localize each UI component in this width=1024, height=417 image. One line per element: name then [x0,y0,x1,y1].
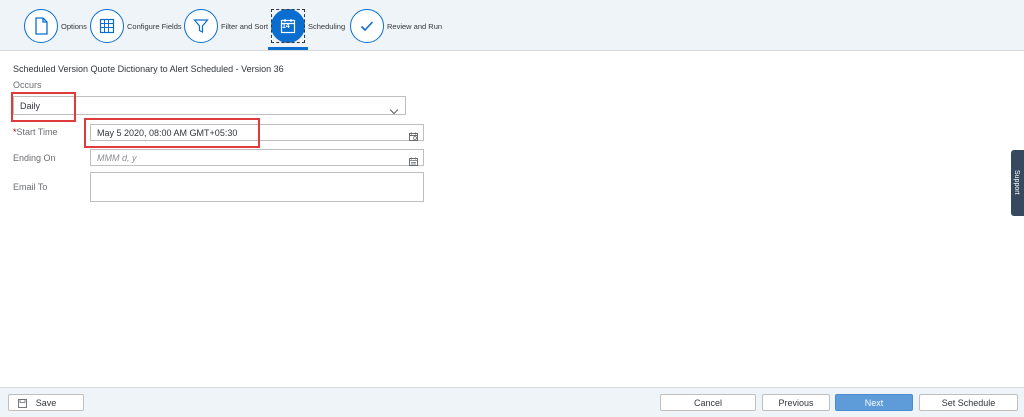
ending-on-input[interactable]: MMM d, y [90,149,424,166]
start-time-highlight-box [84,118,260,148]
save-button-label: Save [35,397,57,408]
page-title: Scheduled Version Quote Dictionary to Al… [13,64,284,74]
footer-toolbar: Save Cancel Previous Next Set Schedule [0,387,1024,417]
checkmark-icon [350,9,384,43]
set-schedule-button-label: Set Schedule [941,397,996,408]
wizard-step-label: Scheduling [308,21,346,31]
set-schedule-button[interactable]: Set Schedule [919,394,1018,411]
start-time-label-text: Start Time [16,127,58,137]
wizard-step-label: Options [61,21,87,31]
cancel-button[interactable]: Cancel [660,394,756,411]
occurs-label: Occurs [13,80,42,90]
wizard-step-label: Review and Run [387,21,443,31]
email-to-input[interactable] [90,172,424,202]
wizard-step-options[interactable]: Options [24,5,87,47]
next-button[interactable]: Next [835,394,913,411]
filter-icon [184,9,218,43]
wizard-step-configure-fields[interactable]: Configure Fields [90,5,182,47]
chevron-down-icon[interactable] [389,102,399,120]
ending-on-label: Ending On [13,153,56,163]
save-button[interactable]: Save [8,394,84,411]
previous-button[interactable]: Previous [762,394,830,411]
save-icon [18,399,27,410]
wizard-step-label: Filter and Sort [221,21,269,31]
calendar-picker-icon[interactable] [409,153,418,171]
active-step-indicator [268,47,308,50]
wizard-header: Options Configure Fields Filter and Sort… [0,0,1024,51]
start-time-label: *Start Time [13,127,58,137]
wizard-step-filter-and-sort[interactable]: Filter and Sort [184,5,268,47]
wizard-step-label: Configure Fields [127,21,182,31]
grid-icon [90,9,124,43]
wizard-step-review-and-run[interactable]: Review and Run [350,5,442,47]
next-button-label: Next [864,397,884,408]
email-to-label: Email To [13,182,48,192]
active-step-focus-frame [271,9,305,43]
cancel-button-label: Cancel [693,397,722,408]
document-icon [24,9,58,43]
occurs-highlight-box [11,92,76,122]
support-side-tab[interactable]: Support [1011,150,1024,216]
support-tab-label: Support [1013,170,1020,195]
date-time-picker-icon[interactable] [409,128,418,146]
ending-on-placeholder: MMM d, y [97,153,137,163]
previous-button-label: Previous [778,397,814,408]
